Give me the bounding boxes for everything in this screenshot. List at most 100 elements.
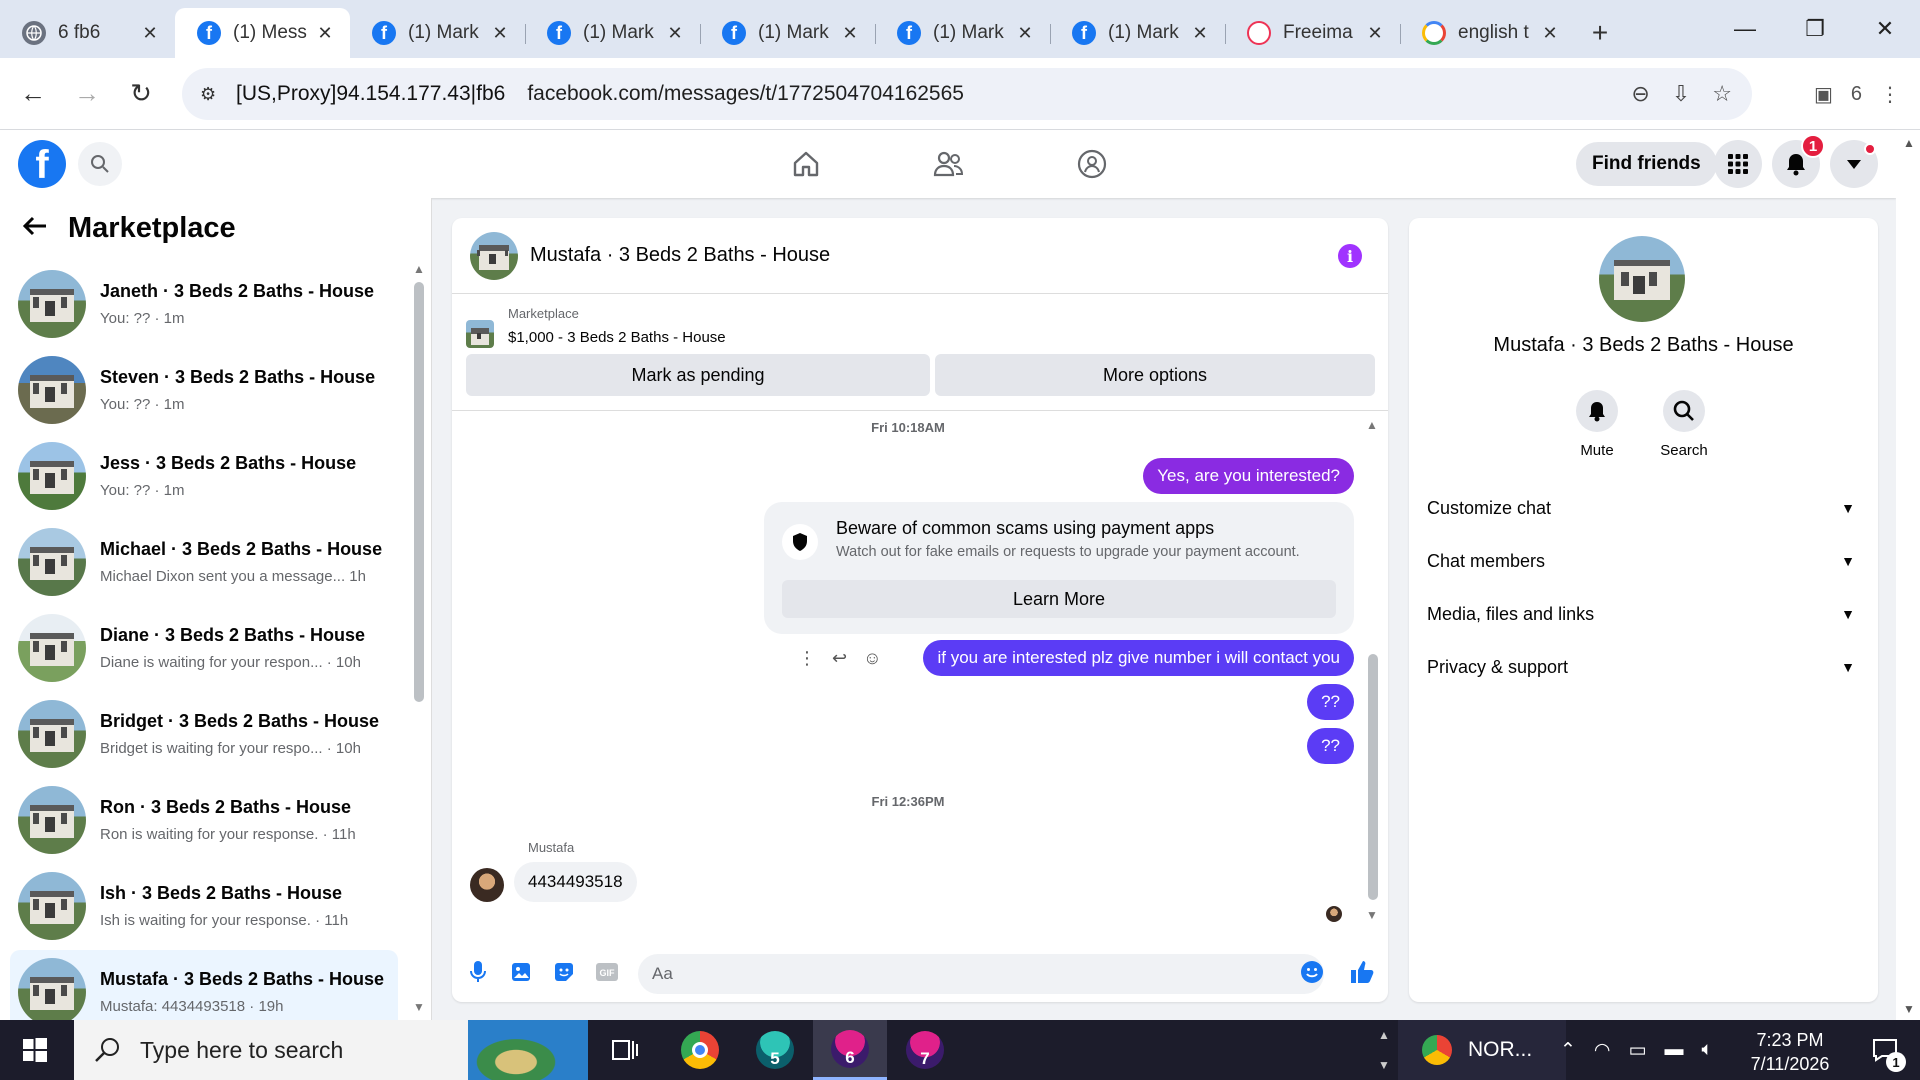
omnibox[interactable]: ⚙ [US,Proxy]94.154.177.43|fb6 facebook.c… <box>182 68 1752 120</box>
more-options-button[interactable]: More options <box>935 354 1375 396</box>
conversation-item-selected[interactable]: Mustafa · 3 Beds 2 Baths - House Mustafa:… <box>10 950 398 1020</box>
browser-tab[interactable]: f (1) Mark ✕ <box>700 8 875 58</box>
media-files-links-row[interactable]: Media, files and links ▼ <box>1427 594 1861 634</box>
scroll-up-arrow-icon[interactable]: ▲ <box>1366 418 1378 432</box>
scroll-down-arrow-icon[interactable]: ▼ <box>1903 1002 1915 1016</box>
chrome-icon[interactable] <box>663 1020 737 1080</box>
mark-as-pending-button[interactable]: Mark as pending <box>466 354 930 396</box>
apps-menu-icon[interactable] <box>1714 140 1762 188</box>
learn-more-button[interactable]: Learn More <box>782 580 1336 618</box>
photo-icon[interactable] <box>507 958 535 986</box>
battery-icon[interactable]: ▬ <box>1664 1039 1683 1061</box>
browser-tab[interactable]: english t ✕ <box>1400 8 1575 58</box>
listing-banner[interactable]: Marketplace $1,000 - 3 Beds 2 Baths - Ho… <box>466 306 726 348</box>
wifi-icon[interactable]: ◠ <box>1594 1039 1611 1062</box>
close-icon[interactable]: ✕ <box>139 23 161 44</box>
browser-tab[interactable]: 6 fb6 ✕ <box>0 8 175 58</box>
find-friends-button[interactable]: Find friends <box>1576 142 1717 186</box>
menu-kebab-icon[interactable]: ⋮ <box>1880 82 1900 107</box>
conversation-item[interactable]: Ish · 3 Beds 2 Baths - House Ish is waiti… <box>10 864 398 948</box>
outgoing-message[interactable]: if you are interested plz give number i … <box>923 640 1354 676</box>
microphone-icon[interactable] <box>464 958 492 986</box>
back-arrow-icon[interactable]: ← <box>6 67 60 121</box>
close-icon[interactable]: ✕ <box>664 23 686 44</box>
chat-scrollbar[interactable] <box>1368 654 1378 900</box>
close-icon[interactable]: ✕ <box>839 23 861 44</box>
browser-tab[interactable]: f (1) Mark ✕ <box>875 8 1050 58</box>
chevron-up-icon[interactable]: ▲ <box>1378 1028 1390 1042</box>
privacy-support-row[interactable]: Privacy & support ▼ <box>1427 647 1861 687</box>
conversation-item[interactable]: Diane · 3 Beds 2 Baths - House Diane is w… <box>10 606 398 690</box>
outgoing-message[interactable]: ?? <box>1307 728 1354 764</box>
groups-icon[interactable] <box>1070 144 1114 184</box>
mute-button[interactable]: Mute <box>1557 390 1637 459</box>
volume-icon[interactable]: 🔈︎ <box>1701 1039 1712 1061</box>
taskbar-scroll[interactable]: ▲ ▼ <box>1372 1020 1396 1080</box>
restore-icon[interactable]: ❐ <box>1780 0 1850 58</box>
browser-tab[interactable]: f (1) Mark ✕ <box>350 8 525 58</box>
sticker-icon[interactable] <box>550 958 578 986</box>
conversation-item[interactable]: Michael · 3 Beds 2 Baths - House Michael … <box>10 520 398 604</box>
chat-avatar[interactable] <box>470 231 518 280</box>
conversation-item[interactable]: Steven · 3 Beds 2 Baths - House You: ?? ·… <box>10 348 398 432</box>
message-input[interactable] <box>652 964 1272 984</box>
sidebar-scrollbar[interactable] <box>414 282 424 702</box>
bookmark-star-icon[interactable]: ☆ <box>1712 81 1732 107</box>
chat-members-row[interactable]: Chat members ▼ <box>1427 541 1861 581</box>
minimize-icon[interactable]: — <box>1710 0 1780 58</box>
browser-tab[interactable]: f (1) Mark ✕ <box>1050 8 1225 58</box>
outgoing-message[interactable]: Yes, are you interested? <box>1143 458 1354 494</box>
react-smiley-icon[interactable]: ☺ <box>863 648 881 669</box>
browser-profile-7-icon[interactable]: 7 <box>888 1020 962 1080</box>
profile-avatar[interactable] <box>1599 236 1685 322</box>
browser-tab[interactable]: Freeima ✕ <box>1225 8 1400 58</box>
browser-profile-5-icon[interactable]: 5 <box>738 1020 812 1080</box>
new-tab-button[interactable]: + <box>1575 8 1625 58</box>
gif-icon[interactable]: GIF <box>593 958 621 986</box>
scroll-up-arrow-icon[interactable]: ▲ <box>413 262 425 276</box>
close-icon[interactable]: ✕ <box>489 23 511 44</box>
back-arrow-icon[interactable] <box>22 212 48 245</box>
url-text[interactable]: facebook.com/messages/t/1772504704162565 <box>527 82 964 106</box>
reload-icon[interactable]: ↻ <box>114 67 168 121</box>
tab-search-icon[interactable]: ▣ <box>1814 82 1833 107</box>
device-icon[interactable]: ▭ <box>1629 1039 1647 1062</box>
conversation-item[interactable]: Bridget · 3 Beds 2 Baths - House Bridget … <box>10 692 398 776</box>
close-icon[interactable]: ✕ <box>1364 23 1386 44</box>
close-icon[interactable]: ✕ <box>1539 23 1561 44</box>
browser-tab-active[interactable]: f (1) Mess ✕ <box>175 8 350 58</box>
vpn-app-button[interactable]: NOR... <box>1398 1020 1566 1080</box>
taskbar-search[interactable]: Type here to search <box>74 1020 588 1080</box>
conversation-item[interactable]: Jess · 3 Beds 2 Baths - House You: ?? · 1… <box>10 434 398 518</box>
close-window-icon[interactable]: ✕ <box>1850 0 1920 58</box>
facebook-logo-icon[interactable]: f <box>18 140 66 188</box>
more-kebab-icon[interactable]: ⋮ <box>798 648 816 669</box>
profile-number[interactable]: 6 <box>1851 83 1862 106</box>
incoming-message[interactable]: 4434493518 <box>514 862 637 902</box>
conversation-item[interactable]: Ron · 3 Beds 2 Baths - House Ron is waiti… <box>10 778 398 862</box>
zoom-icon[interactable]: ⊖ <box>1631 81 1649 107</box>
chat-title[interactable]: Mustafa · 3 Beds 2 Baths - House <box>530 244 830 267</box>
chevron-down-icon[interactable]: ▼ <box>1378 1058 1390 1072</box>
taskbar-clock[interactable]: 7:23 PM 7/11/2026 <box>1730 1028 1850 1076</box>
close-icon[interactable]: ✕ <box>1189 23 1211 44</box>
customize-chat-row[interactable]: Customize chat ▼ <box>1427 488 1861 528</box>
home-icon[interactable] <box>784 144 828 184</box>
site-settings-icon[interactable]: ⚙ <box>200 84 224 105</box>
friends-icon[interactable] <box>926 144 970 184</box>
info-icon[interactable]: i <box>1338 244 1362 268</box>
browser-profile-6-icon[interactable]: 6 <box>813 1020 887 1080</box>
outgoing-message[interactable]: ?? <box>1307 684 1354 720</box>
close-icon[interactable]: ✕ <box>1014 23 1036 44</box>
task-view-icon[interactable] <box>588 1020 662 1080</box>
forward-arrow-icon[interactable]: → <box>60 67 114 121</box>
emoji-icon[interactable] <box>1298 958 1326 986</box>
browser-tab[interactable]: f (1) Mark ✕ <box>525 8 700 58</box>
windows-start-icon[interactable] <box>0 1020 70 1080</box>
show-hidden-icons-icon[interactable]: ⌃ <box>1560 1039 1576 1062</box>
search-icon[interactable] <box>78 142 122 186</box>
thumbs-up-icon[interactable] <box>1348 958 1376 986</box>
sender-avatar[interactable] <box>470 868 504 902</box>
search-button[interactable]: Search <box>1644 390 1724 459</box>
conversation-item[interactable]: Janeth · 3 Beds 2 Baths - House You: ?? ·… <box>10 262 398 346</box>
